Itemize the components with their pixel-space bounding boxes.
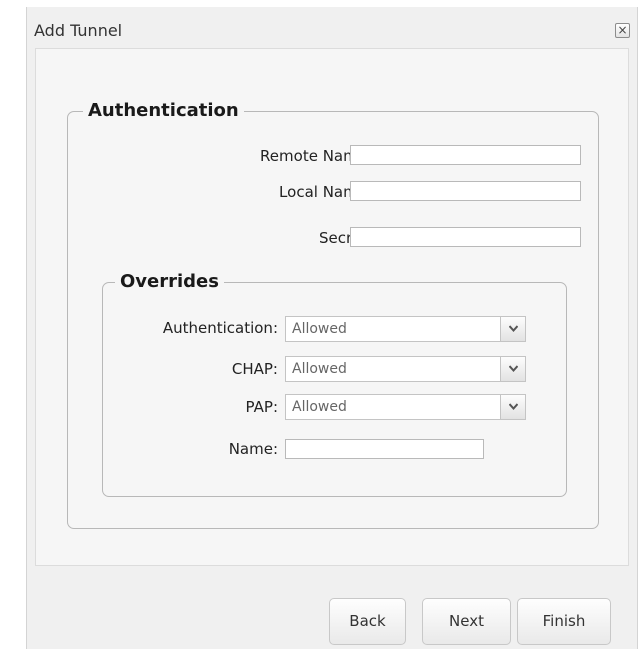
add-tunnel-dialog: Add Tunnel × Authentication Remote Name:… bbox=[26, 7, 638, 649]
authentication-legend: Authentication bbox=[83, 100, 244, 122]
close-icon: × bbox=[617, 23, 628, 37]
chap-value: Allowed bbox=[292, 361, 347, 377]
chevron-down-icon[interactable] bbox=[500, 317, 525, 341]
authentication-override-select[interactable]: Allowed bbox=[285, 316, 526, 342]
chevron-down-icon[interactable] bbox=[500, 395, 525, 419]
name-field[interactable] bbox=[285, 439, 484, 459]
close-button[interactable]: × bbox=[615, 23, 630, 38]
local-name-field[interactable] bbox=[350, 181, 581, 201]
next-button[interactable]: Next bbox=[422, 598, 511, 645]
authentication-group: Authentication Remote Name: Local Name: … bbox=[67, 100, 599, 529]
name-label: Name: bbox=[228, 440, 278, 458]
finish-button[interactable]: Finish bbox=[517, 598, 611, 645]
chap-label: CHAP: bbox=[231, 360, 278, 378]
authentication-override-value: Allowed bbox=[292, 321, 347, 337]
remote-name-field[interactable] bbox=[350, 145, 581, 165]
dialog-title: Add Tunnel bbox=[34, 21, 123, 40]
chevron-down-icon[interactable] bbox=[500, 357, 525, 381]
secret-field[interactable] bbox=[350, 227, 581, 247]
dialog-content: Authentication Remote Name: Local Name: … bbox=[35, 48, 629, 566]
overrides-group: Overrides Authentication: Allowed CHAP: … bbox=[102, 271, 567, 497]
back-button[interactable]: Back bbox=[329, 598, 406, 645]
pap-label: PAP: bbox=[245, 398, 278, 416]
authentication-override-label: Authentication: bbox=[162, 319, 278, 337]
chap-select[interactable]: Allowed bbox=[285, 356, 526, 382]
dialog-titlebar[interactable]: Add Tunnel × bbox=[27, 7, 637, 45]
overrides-legend: Overrides bbox=[115, 271, 224, 293]
pap-value: Allowed bbox=[292, 399, 347, 415]
pap-select[interactable]: Allowed bbox=[285, 394, 526, 420]
